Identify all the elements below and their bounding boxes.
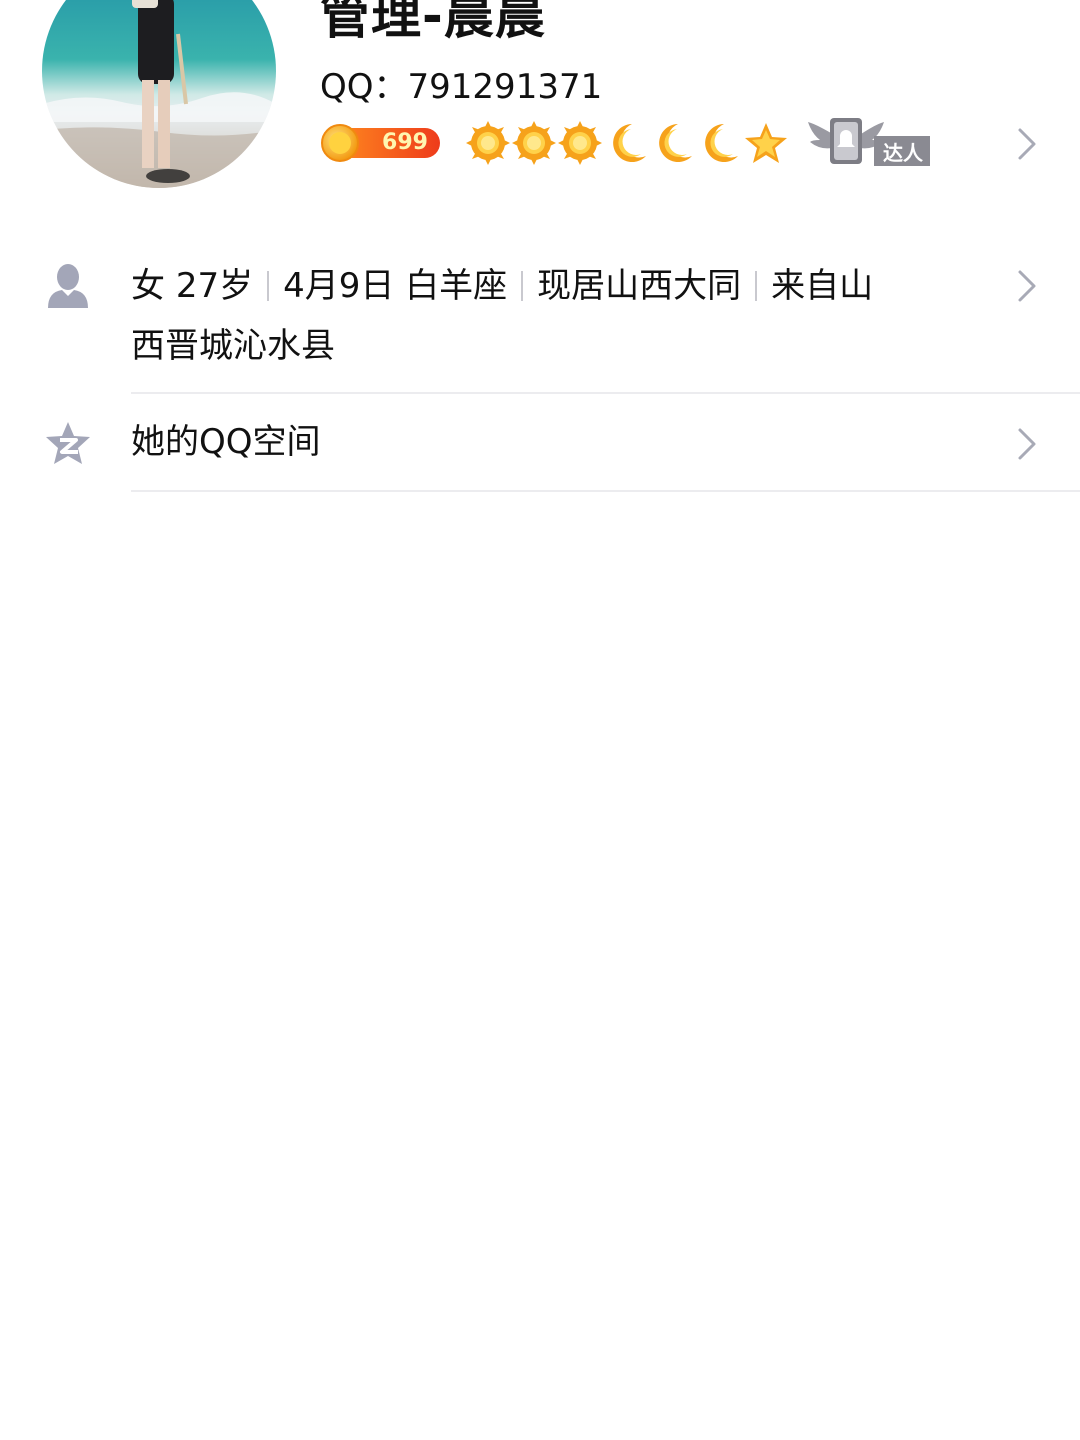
qq-number: 791291371 bbox=[407, 67, 603, 107]
avatar[interactable] bbox=[42, 0, 276, 188]
moon-icon bbox=[613, 124, 646, 162]
qq-number-line[interactable]: QQ：791291371 bbox=[320, 64, 602, 110]
qzone-label: 她的QQ空间 bbox=[131, 422, 321, 462]
qq-label: QQ： bbox=[320, 67, 408, 107]
level-number: 699 bbox=[382, 130, 428, 155]
divider bbox=[131, 490, 1080, 492]
separator bbox=[521, 271, 524, 301]
hometown-part1: 来自山 bbox=[771, 266, 874, 306]
star-icon bbox=[745, 123, 787, 163]
separator bbox=[755, 271, 758, 301]
profile-info-text: 女 27岁 4月9日 白羊座 现居山西大同 来自山西晋城沁水县 bbox=[131, 256, 981, 376]
gender: 女 bbox=[131, 266, 165, 306]
residence: 现居山西大同 bbox=[537, 266, 742, 306]
profile-name: 管理-晨晨 bbox=[320, 0, 546, 45]
person-icon bbox=[48, 264, 88, 308]
sun-icon bbox=[466, 121, 510, 165]
chevron-right-icon[interactable] bbox=[1016, 426, 1038, 462]
sun-icon bbox=[512, 121, 556, 165]
profile-info-row[interactable]: 女 27岁 4月9日 白羊座 现居山西大同 来自山西晋城沁水县 bbox=[0, 242, 1080, 392]
level-badges[interactable]: 699 达人 bbox=[318, 118, 958, 172]
chevron-right-icon[interactable] bbox=[1016, 268, 1038, 304]
zodiac: 白羊座 bbox=[405, 266, 508, 306]
moon-icon bbox=[659, 124, 692, 162]
moon-icon bbox=[705, 124, 738, 162]
birthday: 4月9日 bbox=[283, 266, 395, 306]
chevron-right-icon[interactable] bbox=[1016, 126, 1038, 162]
hometown-part2: 西晋城沁水县 bbox=[131, 326, 335, 366]
qzone-row[interactable]: 她的QQ空间 bbox=[0, 394, 1080, 492]
qzone-star-icon bbox=[46, 422, 90, 464]
expert-badge-label: 达人 bbox=[883, 141, 923, 165]
sun-icon bbox=[558, 121, 602, 165]
age: 27岁 bbox=[175, 266, 254, 306]
separator bbox=[267, 271, 270, 301]
